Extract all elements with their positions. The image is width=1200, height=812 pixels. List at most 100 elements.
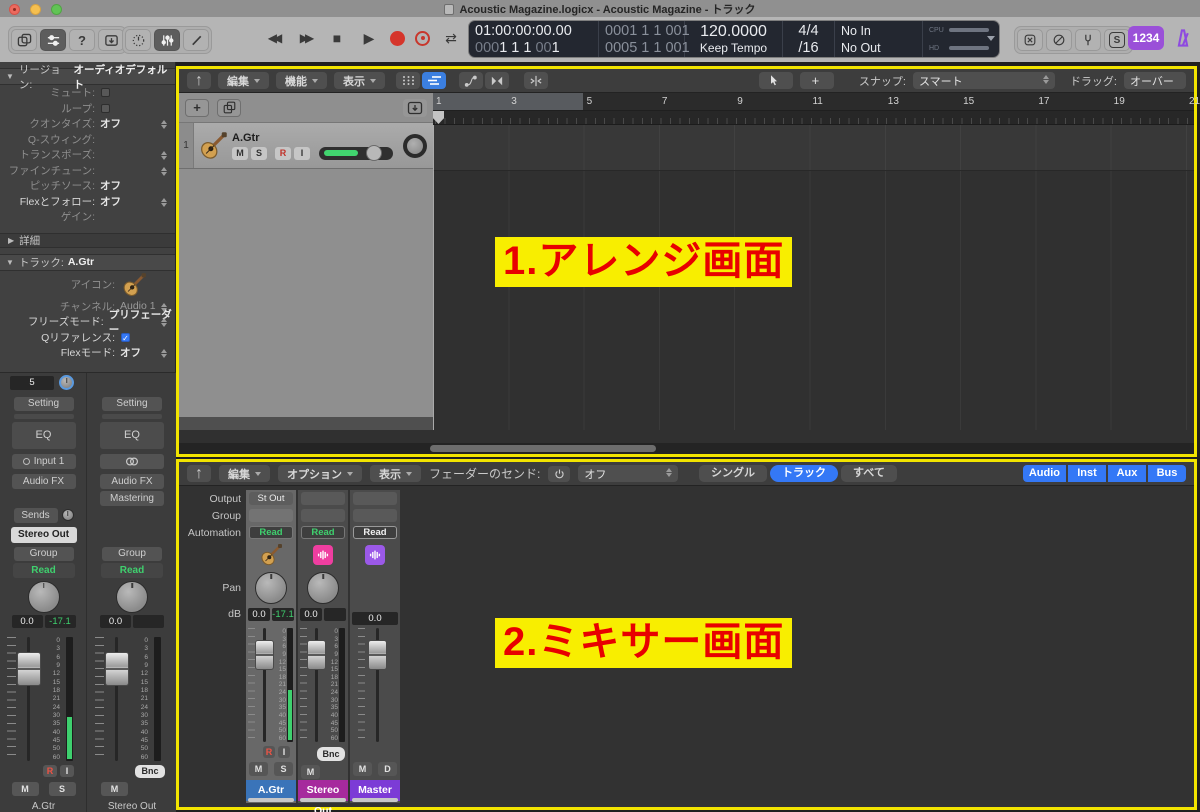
eq-thumbnail-button[interactable]: EQ <box>100 422 164 449</box>
automation-mode-button[interactable]: Read <box>101 563 163 578</box>
track-mute-button[interactable]: M <box>232 147 248 160</box>
region-row-finetune[interactable]: ファインチューン: <box>0 163 175 179</box>
eq-thumbnail-button[interactable]: EQ <box>12 422 76 449</box>
track-record-button[interactable]: R <box>275 147 291 160</box>
mute-checkbox[interactable] <box>101 88 110 97</box>
volume-slider-thumb[interactable] <box>366 145 382 161</box>
volume-db-value[interactable]: 0.0 <box>248 608 270 621</box>
output-slot[interactable]: St Out <box>249 492 293 505</box>
mute-button[interactable]: M <box>12 782 39 796</box>
capture-record-button[interactable] <box>415 31 430 46</box>
filter-bus-button[interactable]: Bus <box>1148 465 1186 482</box>
add-track-button[interactable]: + <box>185 99 209 117</box>
record-button[interactable] <box>390 31 405 46</box>
stepper-icon[interactable] <box>161 150 168 161</box>
volume-db-value[interactable]: 0.0 <box>100 615 131 628</box>
pan-knob[interactable] <box>307 572 339 604</box>
mixer-edit-menu[interactable]: 編集 <box>219 465 270 482</box>
input-monitor-button[interactable]: I <box>278 746 290 758</box>
split-at-playhead-button[interactable] <box>524 72 548 89</box>
bounce-button[interactable]: Bnc <box>135 765 165 778</box>
stepper-icon[interactable] <box>161 166 168 177</box>
automation-button[interactable] <box>459 72 483 89</box>
automation-mode-button[interactable]: Read <box>301 526 345 539</box>
mastering-plugin-slot[interactable]: Mastering <box>100 491 164 506</box>
send-knob[interactable] <box>62 509 74 521</box>
setting-button[interactable]: Setting <box>102 397 162 411</box>
track-input-monitor-button[interactable]: I <box>294 147 310 160</box>
mixer-options-menu[interactable]: オプション <box>278 465 362 482</box>
stepper-icon[interactable] <box>161 119 168 130</box>
lcd-chevron-icon[interactable] <box>987 36 995 41</box>
filter-tracks-button[interactable]: トラック <box>770 465 838 482</box>
command-click-tool-select[interactable]: + <box>800 72 834 89</box>
scrollbar-thumb[interactable] <box>430 445 656 452</box>
record-enable-button[interactable]: R <box>43 765 57 777</box>
strip-name[interactable]: Stereo Out <box>89 801 175 812</box>
mixer-toggle-button[interactable] <box>154 29 180 51</box>
fader-cap[interactable] <box>105 652 129 686</box>
filter-single-button[interactable]: シングル <box>699 465 767 482</box>
automation-mode-button[interactable]: Read <box>13 563 75 578</box>
tuner-button[interactable] <box>1075 29 1101 51</box>
library-button[interactable] <box>11 29 37 51</box>
fader-cap[interactable] <box>307 640 326 670</box>
strip-name[interactable]: A.Gtr <box>1 801 86 812</box>
region-row-pitchsource[interactable]: ピッチソース:オフ <box>0 178 175 194</box>
group-slot-button[interactable]: Group <box>14 547 74 561</box>
track-row-icon[interactable]: アイコン: <box>0 271 175 299</box>
track-row-agtr[interactable]: 1 A.Gtr M S R I <box>179 123 433 169</box>
sends-on-fader-select[interactable]: オフ <box>578 465 678 482</box>
horizontal-scrollbar[interactable] <box>179 443 1194 454</box>
dim-button[interactable]: D <box>378 762 397 776</box>
lcd-display[interactable]: 01:00:00:00.00 0001 1 1 001 0001 1 1 001… <box>468 20 1000 58</box>
drag-select[interactable]: オーバー <box>1124 72 1186 89</box>
volume-db-value[interactable]: 0.0 <box>300 608 322 621</box>
track-pan-knob[interactable] <box>403 134 427 158</box>
tuner-dial-icon-button[interactable] <box>125 29 151 51</box>
mute-button[interactable]: M <box>249 762 268 776</box>
mixer-view-menu[interactable]: 表示 <box>370 465 421 482</box>
track-lane[interactable] <box>433 125 1194 171</box>
flex-button[interactable] <box>485 72 509 89</box>
bounce-button[interactable]: Bnc <box>317 747 345 761</box>
play-button[interactable]: ▶ <box>358 26 380 50</box>
pointer-tool-select[interactable] <box>759 72 793 89</box>
setting-button[interactable]: Setting <box>14 397 74 411</box>
count-in-button[interactable]: 1234 <box>1128 26 1164 50</box>
volume-db-value[interactable]: 0.0 <box>352 612 398 625</box>
stepper-icon[interactable] <box>161 348 168 359</box>
view-menu[interactable]: 表示 <box>334 72 385 89</box>
midi-panic-button[interactable] <box>1017 29 1043 51</box>
volume-db-value[interactable]: 0.0 <box>12 615 43 628</box>
inspector-toggle-button[interactable] <box>40 29 66 51</box>
audio-fx-label[interactable]: Audio FX <box>100 474 164 489</box>
record-enable-button[interactable]: R <box>263 746 275 758</box>
track-inspector-header[interactable]: ▼ トラック:A.Gtr <box>0 254 175 271</box>
mute-button[interactable]: M <box>101 782 128 796</box>
region-row-gain[interactable]: ゲイン: <box>0 209 175 225</box>
stereo-format-button[interactable] <box>100 454 164 469</box>
quick-help-button[interactable] <box>98 29 124 51</box>
loop-checkbox[interactable] <box>101 104 110 113</box>
filter-all-button[interactable]: すべて <box>841 465 897 482</box>
mute-button[interactable]: M <box>301 765 320 779</box>
track-name[interactable]: A.Gtr <box>232 132 393 144</box>
filter-audio-button[interactable]: Audio <box>1023 465 1066 482</box>
edit-menu[interactable]: 編集 <box>218 72 269 89</box>
latency-value[interactable]: 5 <box>10 376 54 390</box>
track-row-flexmode[interactable]: Flexモード:オフ <box>0 345 175 361</box>
metronome-button[interactable] <box>1172 27 1194 49</box>
group-slot[interactable] <box>353 509 397 522</box>
stop-button[interactable]: ■ <box>326 26 348 50</box>
group-slot-button[interactable]: Group <box>102 547 162 561</box>
region-row-transpose[interactable]: トランスポーズ: <box>0 147 175 163</box>
fader-cap[interactable] <box>255 640 274 670</box>
region-inspector-header[interactable]: ▼ リージョン:オーディオデフォルト <box>0 68 175 85</box>
q-reference-checkbox[interactable]: ✓ <box>121 333 130 342</box>
pan-knob[interactable] <box>28 581 60 613</box>
region-row-qswing[interactable]: Q-スウィング: <box>0 132 175 148</box>
details-disclosure[interactable]: ▶詳細 <box>0 233 175 248</box>
volume-fader[interactable]: 03691215182124303540455060 <box>95 635 169 763</box>
stepper-icon[interactable] <box>161 317 168 328</box>
